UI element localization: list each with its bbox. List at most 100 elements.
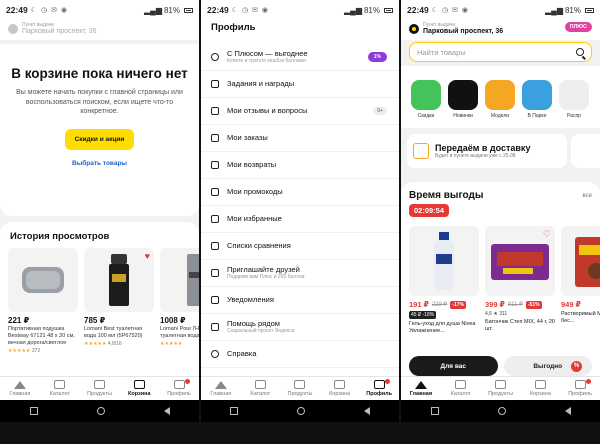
menu-item-invite[interactable]: Приглашайте друзей Подарим вам Плюс и 200… <box>201 260 399 287</box>
feed-toggle: Для вас Выгодно% <box>409 356 592 376</box>
tab-profile[interactable]: Профиль <box>359 377 399 400</box>
back-icon[interactable] <box>363 407 370 415</box>
search-input[interactable]: Найти товары <box>409 42 592 62</box>
recent-apps-icon[interactable] <box>430 407 439 415</box>
signal-icon: ▂▄▆ <box>545 5 563 15</box>
history-card[interactable]: 221 ₽ Портативная подушка Bestway 67121 … <box>8 248 78 354</box>
deal-name: Батончик Степ MIX, 44 г, 20 шт. <box>485 319 555 332</box>
tab-catalog[interactable]: Каталог <box>241 377 281 400</box>
product-image <box>561 226 600 296</box>
tab-cart[interactable]: Корзина <box>119 377 159 400</box>
profile-icon <box>373 380 385 389</box>
product-name: Портативная подушка Bestway 67121 48 x 3… <box>8 326 75 346</box>
profile-menu: С Плюсом — выгоднее Копите и тратьте кешб… <box>201 44 399 368</box>
tab-profile[interactable]: Профиль <box>560 377 600 400</box>
tab-catalog[interactable]: Каталог <box>441 377 481 400</box>
tab-home[interactable]: Главная <box>201 377 241 400</box>
bottom-tab-bar: Главная Каталог Продукты Корзина Профиль <box>0 376 199 400</box>
choose-products-link[interactable]: Выбрать товары <box>0 160 199 167</box>
next-banner-peek[interactable] <box>571 134 600 168</box>
orders-icon <box>211 134 219 142</box>
profile-icon <box>574 380 586 389</box>
menu-item-tasks[interactable]: Задания и награды <box>201 71 399 98</box>
battery-icon <box>585 7 594 13</box>
rating: ★★★★★ 4,8/16 <box>84 341 122 347</box>
deal-card[interactable]: 949 ₽ Растворимый MacCoffee бес... <box>561 226 600 335</box>
status-bar: 22:49 ☾ ◷ ✉ ◉ ▂▄▆ 81% <box>201 0 399 20</box>
category-item[interactable]: Скидки <box>411 80 441 128</box>
tab-home[interactable]: Главная <box>0 377 40 400</box>
favorite-heart-icon[interactable]: ♥ <box>145 251 150 261</box>
cart-icon <box>133 380 145 389</box>
category-icon <box>411 80 441 110</box>
tab-deals[interactable]: Выгодно% <box>503 356 592 376</box>
battery-label: 81% <box>564 5 581 15</box>
deal-price: 399 ₽ <box>485 300 505 309</box>
search-icon[interactable] <box>576 48 584 56</box>
menu-item-orders[interactable]: Мои заказы <box>201 125 399 152</box>
category-item[interactable]: Новинки <box>448 80 478 128</box>
delivery-title: Передаём в доставку <box>435 143 531 153</box>
delivery-banner[interactable]: Передаём в доставку Будет в пункте выдач… <box>407 134 567 168</box>
home-button-icon[interactable] <box>497 407 506 415</box>
menu-item-reviews[interactable]: Мои отзывы и вопросы 9+ <box>201 98 399 125</box>
deal-card[interactable]: ♡ 399 ₽811 ₽ -51% 4,6 ★ 311 Батончик Степ… <box>485 226 555 335</box>
home-icon <box>13 380 26 389</box>
home-screen: 22:49 ☾ ◷ ✉ ◉ ▂▄▆ 81% Пункт выдачи Парков… <box>401 0 600 422</box>
tab-cart[interactable]: Корзина <box>320 377 360 400</box>
history-card[interactable]: ♥ 785 ₽ Lomani Best туалетная вода 100 м… <box>84 248 154 354</box>
product-price: 221 ₽ <box>8 316 30 325</box>
home-button-icon[interactable] <box>96 407 105 415</box>
favorite-heart-icon[interactable]: ♡ <box>543 229 551 240</box>
deals-all-link[interactable]: все <box>583 193 592 199</box>
deal-name: Растворимый MacCoffee бес... <box>561 311 600 324</box>
tab-cart[interactable]: Корзина <box>520 377 560 400</box>
menu-item-help[interactable]: Справка <box>201 341 399 368</box>
tab-products[interactable]: Продукты <box>280 377 320 400</box>
deal-old-price: 229 ₽ <box>431 302 448 308</box>
address-label: Парковый проспект, 36 <box>22 28 97 35</box>
return-icon <box>211 161 219 169</box>
system-nav-bar <box>401 400 600 422</box>
cart-icon <box>534 380 546 389</box>
history-card[interactable]: 1008 ₽ Lomani Pour l'Homme туалетная вод… <box>160 248 199 354</box>
notification-dot <box>184 379 190 384</box>
tab-products[interactable]: Продукты <box>481 377 521 400</box>
category-icon <box>559 80 589 110</box>
plus-icon <box>211 53 219 61</box>
tab-profile[interactable]: Профиль <box>159 377 199 400</box>
products-icon <box>294 380 306 389</box>
category-item[interactable]: Модели <box>485 80 515 128</box>
empty-cart-card: В корзине пока ничего нет Вы можете нача… <box>0 44 199 216</box>
home-button-icon[interactable] <box>296 407 305 415</box>
product-image <box>409 226 479 296</box>
product-price: 785 ₽ <box>84 316 106 325</box>
category-item[interactable]: Распр <box>559 80 589 128</box>
menu-item-plus[interactable]: С Плюсом — выгоднее Копите и тратьте кешб… <box>201 44 399 71</box>
review-icon <box>211 107 219 115</box>
recent-apps-icon[interactable] <box>230 407 239 415</box>
menu-item-favorites[interactable]: Мои избранные <box>201 206 399 233</box>
menu-item-help-nearby[interactable]: Помощь рядом Социальный проект Яндекса <box>201 314 399 341</box>
tab-home[interactable]: Главная <box>401 377 441 400</box>
recent-apps-icon[interactable] <box>29 407 38 415</box>
menu-item-returns[interactable]: Мои возвраты <box>201 152 399 179</box>
back-icon[interactable] <box>564 407 571 415</box>
tab-catalog[interactable]: Каталог <box>40 377 80 400</box>
menu-item-compare[interactable]: Списки сравнения <box>201 233 399 260</box>
tab-products[interactable]: Продукты <box>80 377 120 400</box>
battery-icon <box>384 7 393 13</box>
plus-badge[interactable]: ПЛЮС <box>564 22 592 32</box>
deal-card[interactable]: 191 ₽229 ₽ -17% 45 ₽ -18% Гель-уход для д… <box>409 226 479 335</box>
category-item[interactable]: В Парке <box>522 80 552 128</box>
menu-item-promocodes[interactable]: Мои промокоды <box>201 179 399 206</box>
address-bar[interactable]: Пункт выдачи Парковый проспект, 36 <box>0 18 199 40</box>
back-icon[interactable] <box>163 407 170 415</box>
profile-screen: 22:49 ☾ ◷ ✉ ◉ ▂▄▆ 81% Профиль С Плюсом — … <box>201 0 399 422</box>
percent-icon: % <box>571 360 582 372</box>
view-history: История просмотров 221 ₽ Портативная под… <box>0 222 199 382</box>
empty-cart-title: В корзине пока ничего нет <box>11 66 188 81</box>
menu-item-notifications[interactable]: Уведомления <box>201 287 399 314</box>
tab-for-you[interactable]: Для вас <box>409 356 498 376</box>
discounts-button[interactable]: Скидки и акции <box>64 128 135 150</box>
